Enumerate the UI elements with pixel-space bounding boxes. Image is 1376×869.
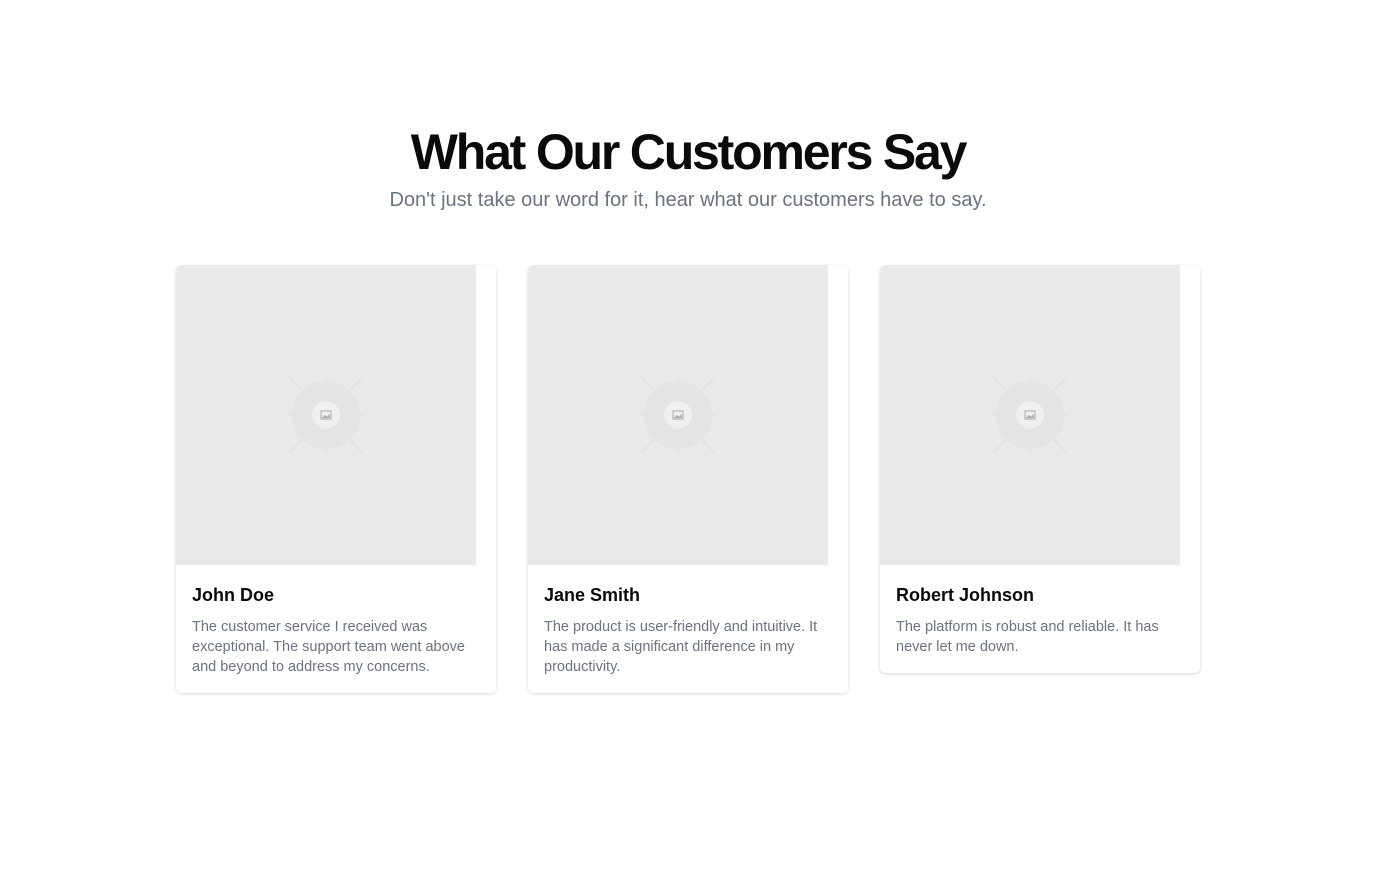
customer-photo-placeholder (880, 265, 1180, 565)
image-placeholder-icon (641, 377, 715, 453)
testimonial-card: Jane Smith The product is user-friendly … (528, 265, 848, 693)
customer-photo-placeholder (528, 265, 828, 565)
image-placeholder-icon (993, 377, 1067, 453)
testimonial-card: John Doe The customer service I received… (176, 265, 496, 693)
testimonial-quote: The platform is robust and reliable. It … (896, 619, 1159, 655)
section-title: What Our Customers Say (410, 124, 968, 180)
customer-name: Robert Johnson (896, 585, 1034, 605)
testimonial-quote: The product is user-friendly and intuiti… (544, 619, 818, 675)
testimonial-card: Robert Johnson The platform is robust an… (880, 265, 1200, 673)
section-subtitle: Don't just take our word for it, hear wh… (389, 189, 987, 211)
customer-name: Jane Smith (544, 585, 641, 605)
testimonial-quote: The customer service I received was exce… (192, 619, 465, 675)
customer-name: John Doe (192, 585, 275, 605)
customer-photo-placeholder (176, 265, 476, 565)
image-placeholder-icon (289, 377, 363, 453)
testimonials-section: What Our Customers Say Don't just take o… (0, 0, 1376, 869)
